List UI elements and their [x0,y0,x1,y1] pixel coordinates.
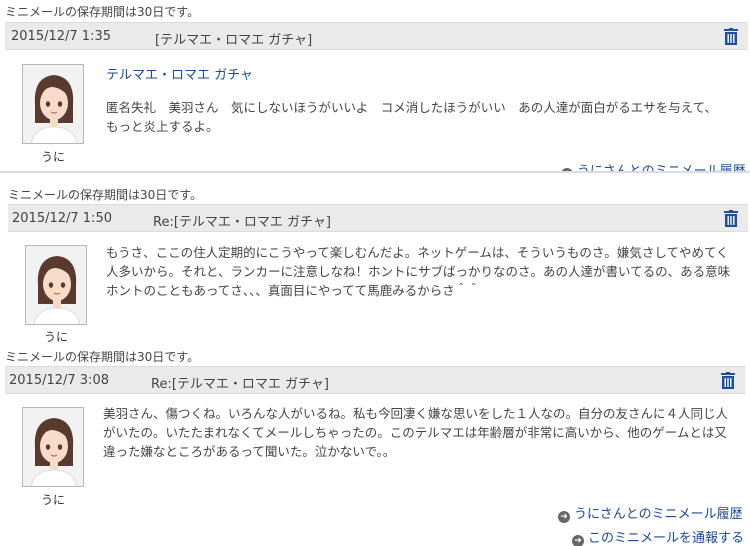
username: うに [40,150,65,164]
message-header: 2015/12/7 3:08 Re:[テルマエ・ロマエ ガチャ] [5,366,745,394]
trash-icon[interactable] [724,28,738,45]
message-date: 2015/12/7 1:35 [11,29,111,44]
message-header: 2015/12/7 1:50 Re:[テルマエ・ロマエ ガチャ] [8,204,748,232]
message-subject: [テルマエ・ロマエ ガチャ] [155,33,313,48]
arrow-right-icon: ➔ [572,535,584,546]
message-panel-1: ミニメールの保存期間は30日です。 2015/12/7 1:35 [テルマエ・ロ… [0,0,750,172]
username: うに [40,493,65,507]
message-body: 匿名失礼 美羽さん 気にしないほうがいいよ コメ消したほうがいい あの人達が面白… [106,100,718,134]
message-panel-2: ミニメールの保存期間は30日です。 2015/12/7 1:50 Re:[テルマ… [0,173,750,345]
message-panel-3: ミニメールの保存期間は30日です。 2015/12/7 3:08 Re:[テルマ… [0,346,750,546]
trash-icon[interactable] [721,372,735,389]
message-date: 2015/12/7 1:50 [12,211,112,226]
message-date: 2015/12/7 3:08 [9,373,109,388]
message-subject: Re:[テルマエ・ロマエ ガチャ] [153,215,331,230]
history-link-label: うにさんとのミニメール履歴 [574,507,743,522]
thread-title-link[interactable]: テルマエ・ロマエ ガチャ [106,64,253,83]
message-body: もうさ、ここの住人定期的にこうやって楽しむんだよ。ネットゲームは、そういうものさ… [106,245,731,298]
report-link-label: このミニメールを通報する [588,531,745,546]
report-link[interactable]: ➔ このミニメールを通報する [572,527,744,546]
history-link[interactable]: ➔ うにさんとのミニメール履歴 [558,503,743,523]
avatar[interactable] [22,64,84,144]
retention-notice: ミニメールの保存期間は30日です。 [8,188,203,202]
username: うに [43,330,68,344]
message-subject: Re:[テルマエ・ロマエ ガチャ] [151,377,329,392]
retention-notice: ミニメールの保存期間は30日です。 [5,350,200,364]
message-header: 2015/12/7 1:35 [テルマエ・ロマエ ガチャ] [5,22,748,50]
avatar[interactable] [22,407,84,487]
message-body: 美羽さん、傷つくね。いろんな人がいるね。私も今回凄く嫌な思いをした１人なの。自分… [103,406,729,459]
avatar[interactable] [25,245,87,325]
arrow-right-icon: ➔ [558,511,570,523]
trash-icon[interactable] [724,210,738,227]
retention-notice: ミニメールの保存期間は30日です。 [5,5,200,19]
